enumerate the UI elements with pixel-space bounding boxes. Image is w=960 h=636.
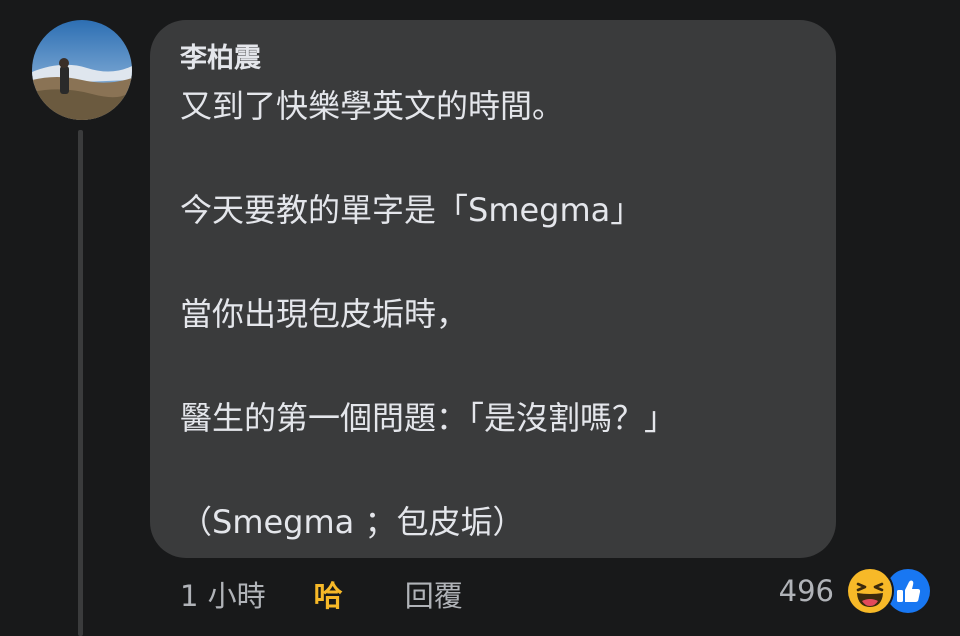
comment-line: （Smegma ；包皮垢） bbox=[180, 503, 525, 541]
reactions-summary[interactable]: 496 bbox=[778, 567, 932, 615]
comment-line: 又到了快樂學英文的時間。 bbox=[180, 87, 565, 125]
comment-line: 當你出現包皮垢時， bbox=[180, 295, 469, 333]
comment-line bbox=[180, 236, 812, 288]
comment-line bbox=[180, 444, 812, 496]
comment-body: 又到了快樂學英文的時間。 今天要教的單字是「Smegma」 當你出現包皮垢時， … bbox=[180, 80, 812, 548]
comment-line: 今天要教的單字是「Smegma」 bbox=[180, 191, 643, 229]
comment-bubble: 李柏震 又到了快樂學英文的時間。 今天要教的單字是「Smegma」 當你出現包皮… bbox=[150, 20, 836, 558]
comment-line: 醫生的第一個問題：「是沒割嗎？」 bbox=[180, 399, 677, 437]
comment-line bbox=[180, 340, 812, 392]
comment-line bbox=[180, 132, 812, 184]
thread-line bbox=[78, 130, 83, 636]
avatar-photo bbox=[32, 20, 132, 120]
reaction-icons bbox=[846, 567, 932, 615]
avatar[interactable] bbox=[32, 20, 132, 120]
haha-icon bbox=[846, 567, 894, 615]
comment-timestamp[interactable]: 1 小時 bbox=[180, 573, 266, 615]
reply-button[interactable]: 回覆 bbox=[405, 573, 463, 615]
comment-footer: 1 小時 哈 回覆 bbox=[180, 574, 463, 614]
reaction-count: 496 bbox=[778, 574, 834, 608]
reaction-button[interactable]: 哈 bbox=[314, 573, 343, 615]
comment-author[interactable]: 李柏震 bbox=[180, 40, 812, 78]
